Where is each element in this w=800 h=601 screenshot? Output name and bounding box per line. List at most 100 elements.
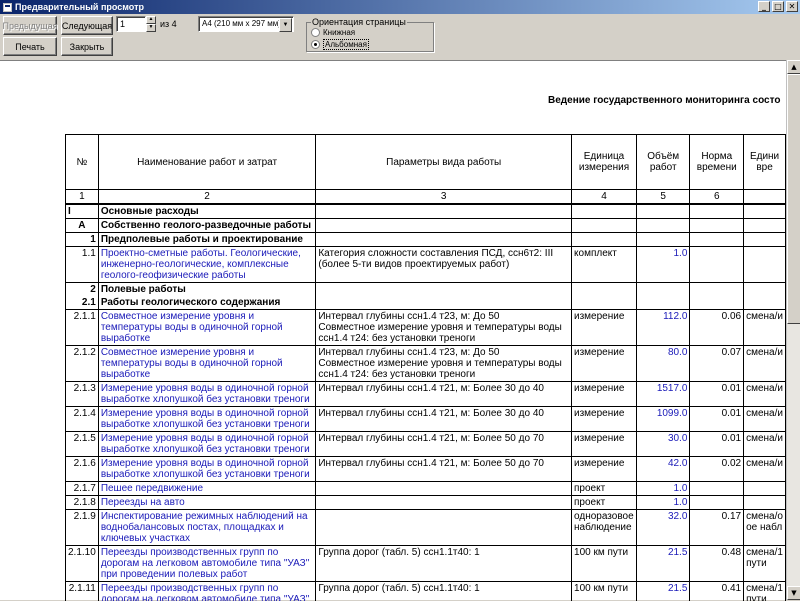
table-row: 1.1Проектно-сметные работы. Геологически… — [66, 247, 786, 283]
cell-unit: измерение — [572, 382, 637, 407]
app-icon — [3, 3, 12, 12]
cell-name: Основные расходы — [98, 204, 316, 219]
minimize-icon[interactable]: _ — [758, 1, 770, 12]
cell-unit: измерение — [572, 432, 637, 457]
orientation-label: Ориентация страницы — [311, 17, 407, 27]
table-row: 2.1.2Совместное измерение уровня и темпе… — [66, 346, 786, 382]
cell-params — [316, 204, 572, 219]
document-title: Ведение государственного мониторинга сос… — [548, 95, 780, 106]
cell-norm — [690, 496, 744, 510]
cell-norm — [690, 482, 744, 496]
cell-unit2 — [744, 233, 786, 247]
cell-qty: 32.0 — [637, 510, 690, 546]
cell-name: Измерение уровня воды в одиночной горной… — [98, 407, 316, 432]
cell-unit2 — [744, 296, 786, 310]
column-number: 4 — [572, 190, 637, 205]
cell-num: А — [66, 219, 99, 233]
table-row: 2.1.1Совместное измерение уровня и темпе… — [66, 310, 786, 346]
cell-norm: 0.01 — [690, 382, 744, 407]
spin-up-icon[interactable]: ▲ — [146, 16, 156, 24]
close-icon[interactable]: ✕ — [786, 1, 798, 12]
paper-size-select[interactable]: А4 (210 мм х 297 мм) ▼ — [198, 16, 294, 32]
cell-name: Собственно геолого-разведочные работы — [98, 219, 316, 233]
cell-name: Полевые работы — [98, 283, 316, 297]
cell-num: 2.1.1 — [66, 310, 99, 346]
cell-unit2 — [744, 204, 786, 219]
chevron-down-icon[interactable]: ▼ — [279, 18, 292, 32]
next-page-button[interactable]: Следующая — [61, 16, 113, 35]
cell-unit2: смена/и — [744, 457, 786, 482]
cell-unit2 — [744, 482, 786, 496]
cell-norm — [690, 283, 744, 297]
scroll-down-icon[interactable]: ▼ — [787, 586, 800, 600]
cell-qty: 1517.0 — [637, 382, 690, 407]
cell-num: 2.1.11 — [66, 582, 99, 601]
landscape-radio[interactable]: Альбомная — [311, 39, 369, 50]
column-header: Норма времени — [690, 135, 744, 190]
cell-name: Предполевые работы и проектирование — [98, 233, 316, 247]
cell-params — [316, 510, 572, 546]
cell-name: Измерение уровня воды в одиночной горной… — [98, 432, 316, 457]
orientation-group: Ориентация страницы Книжная Альбомная — [306, 22, 434, 52]
cell-unit — [572, 233, 637, 247]
cell-norm: 0.07 — [690, 346, 744, 382]
cell-qty: 112.0 — [637, 310, 690, 346]
cell-unit2: смена/и — [744, 432, 786, 457]
cell-num: 1.1 — [66, 247, 99, 283]
prev-page-button[interactable]: Предыдущая — [3, 16, 57, 35]
cell-norm: 0.17 — [690, 510, 744, 546]
cell-params: Группа дорог (табл. 5) ссн1.1т40: 1 — [316, 546, 572, 582]
cell-qty — [637, 233, 690, 247]
column-number-row: 123456 — [66, 190, 786, 205]
cell-num: 2.1.4 — [66, 407, 99, 432]
page-spinner[interactable]: ▲ ▼ — [146, 16, 156, 32]
portrait-label: Книжная — [323, 28, 355, 37]
table-row: 2.1.9Инспектирование режимных наблюдений… — [66, 510, 786, 546]
cell-unit — [572, 204, 637, 219]
cell-num: 2 — [66, 283, 99, 297]
table-row: 1Предполевые работы и проектирование — [66, 233, 786, 247]
radio-checked-icon — [311, 40, 320, 49]
table-row: 2.1.3Измерение уровня воды в одиночной г… — [66, 382, 786, 407]
cell-norm — [690, 296, 744, 310]
cell-unit: измерение — [572, 346, 637, 382]
cell-qty: 1.0 — [637, 247, 690, 283]
close-button[interactable]: Закрыть — [61, 37, 113, 56]
cell-params — [316, 219, 572, 233]
portrait-radio[interactable]: Книжная — [311, 28, 355, 37]
scroll-up-icon[interactable]: ▲ — [787, 60, 800, 74]
maximize-icon[interactable]: □ — [772, 1, 784, 12]
cell-unit: проект — [572, 482, 637, 496]
spin-down-icon[interactable]: ▼ — [146, 24, 156, 32]
column-number: 1 — [66, 190, 99, 205]
cell-name: Работы геологического содержания — [98, 296, 316, 310]
cell-name: Переезды производственных групп по дорог… — [98, 582, 316, 601]
cell-norm: 0.06 — [690, 310, 744, 346]
page-number-input[interactable]: 1 — [116, 16, 146, 32]
table-row: IОсновные расходы — [66, 204, 786, 219]
vertical-scrollbar[interactable]: ▲ ▼ — [786, 60, 800, 600]
column-number: 2 — [98, 190, 316, 205]
title-bar: Предварительный просмотр _ □ ✕ — [0, 0, 800, 14]
table-row: 2.1Работы геологического содержания — [66, 296, 786, 310]
cell-unit: одноразовое наблюдение — [572, 510, 637, 546]
cell-norm: 0.01 — [690, 432, 744, 457]
radio-icon — [311, 28, 320, 37]
cell-unit2 — [744, 219, 786, 233]
table-row: 2.1.5Измерение уровня воды в одиночной г… — [66, 432, 786, 457]
table-row: 2.1.6Измерение уровня воды в одиночной г… — [66, 457, 786, 482]
column-header: Параметры вида работы — [316, 135, 572, 190]
cell-num: 1 — [66, 233, 99, 247]
cell-name: Пешее передвижение — [98, 482, 316, 496]
works-table: №Наименование работ и затратПараметры ви… — [65, 134, 786, 601]
cell-qty: 80.0 — [637, 346, 690, 382]
cell-params — [316, 283, 572, 297]
print-button[interactable]: Печать — [3, 37, 57, 56]
cell-params — [316, 482, 572, 496]
cell-unit2 — [744, 496, 786, 510]
column-number — [744, 190, 786, 205]
cell-unit: измерение — [572, 457, 637, 482]
scroll-thumb[interactable] — [787, 74, 800, 324]
cell-num: 2.1 — [66, 296, 99, 310]
column-header: Едини вре — [744, 135, 786, 190]
